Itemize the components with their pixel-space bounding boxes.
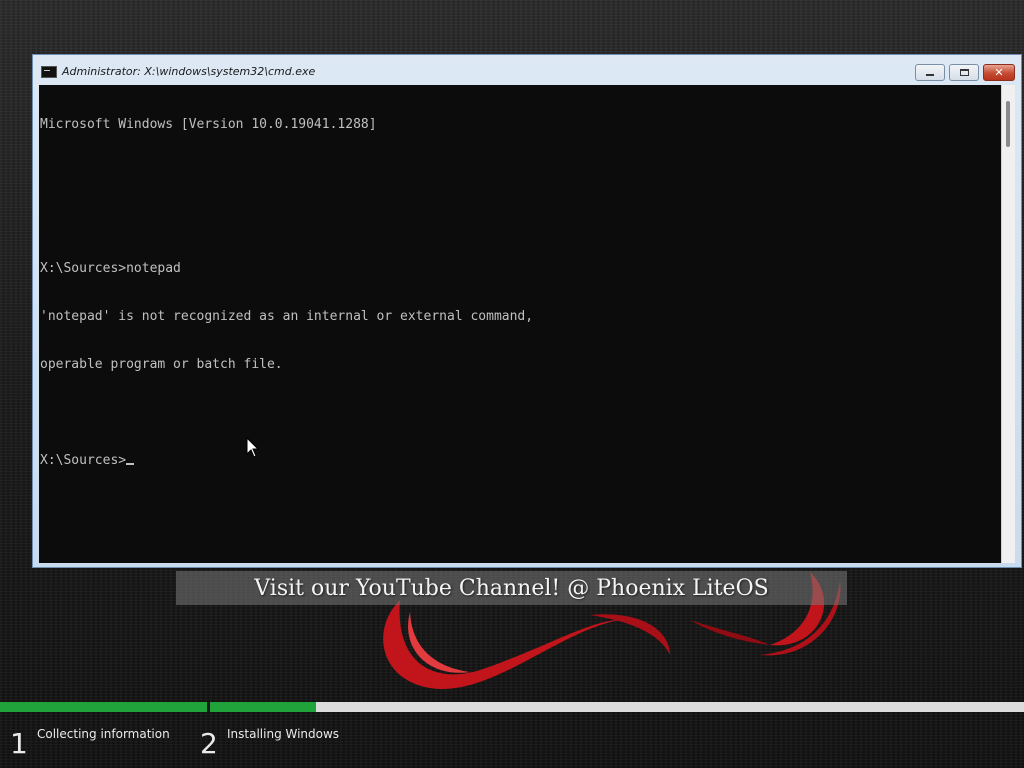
cmd-window[interactable]: Administrator: X:\windows\system32\cmd.e… bbox=[32, 54, 1022, 568]
maximize-icon bbox=[959, 69, 969, 76]
console-line: Microsoft Windows [Version 10.0.19041.12… bbox=[40, 117, 377, 132]
console-line: 'notepad' is not recognized as an intern… bbox=[40, 309, 534, 324]
mouse-pointer-icon bbox=[246, 437, 260, 458]
command-prompt: X:\Sources> bbox=[40, 453, 127, 468]
step-1-label: Collecting information bbox=[37, 727, 170, 741]
maximize-button[interactable] bbox=[949, 64, 979, 81]
console-output[interactable]: Microsoft Windows [Version 10.0.19041.12… bbox=[39, 85, 1001, 563]
minimize-button[interactable] bbox=[915, 64, 945, 81]
text-cursor bbox=[126, 463, 135, 465]
step-2-number: 2 bbox=[200, 727, 218, 760]
title-bar[interactable]: Administrator: X:\windows\system32\cmd.e… bbox=[33, 55, 1021, 85]
close-button[interactable]: ✕ bbox=[983, 64, 1015, 81]
cmd-app-icon[interactable] bbox=[41, 66, 57, 78]
vertical-scrollbar[interactable] bbox=[1001, 85, 1015, 563]
youtube-banner: Visit our YouTube Channel! @ Phoenix Lit… bbox=[176, 571, 847, 605]
step-2-progress-fill bbox=[210, 702, 316, 712]
console-line: X:\Sources>notepad bbox=[40, 261, 181, 276]
prompt-line[interactable]: X:\Sources> bbox=[40, 453, 1001, 469]
banner-text: Visit our YouTube Channel! @ Phoenix Lit… bbox=[254, 575, 769, 601]
console-lines: Microsoft Windows [Version 10.0.19041.12… bbox=[40, 85, 1001, 501]
console-line: operable program or batch file. bbox=[40, 357, 283, 372]
step-2-label: Installing Windows bbox=[227, 727, 340, 741]
minimize-icon bbox=[926, 74, 934, 76]
scrollbar-thumb[interactable] bbox=[1006, 101, 1010, 147]
window-title: Administrator: X:\windows\system32\cmd.e… bbox=[62, 65, 316, 78]
step-1-number: 1 bbox=[10, 727, 28, 760]
close-icon: ✕ bbox=[994, 66, 1004, 79]
step-1-progress-fill bbox=[0, 702, 207, 712]
